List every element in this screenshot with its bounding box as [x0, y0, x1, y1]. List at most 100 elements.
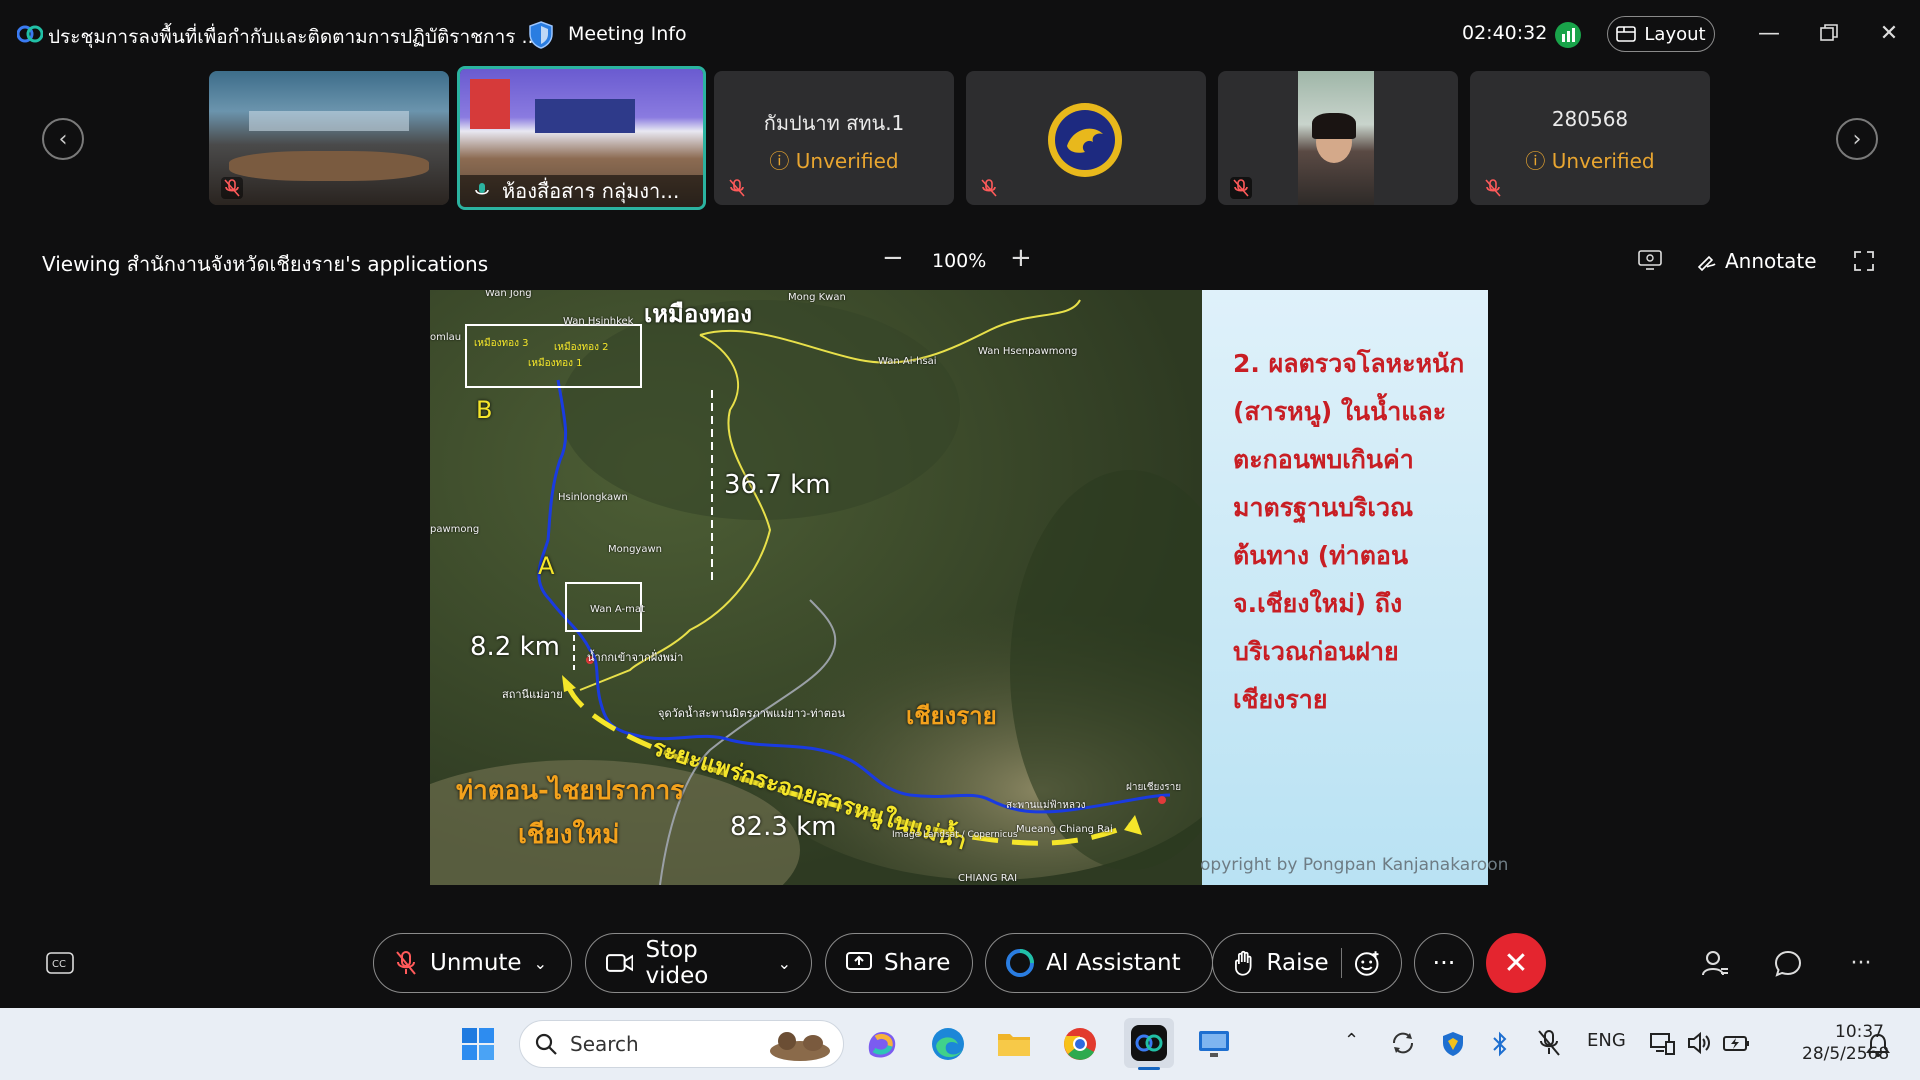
mic-off-icon: [221, 177, 243, 199]
share-screen-icon: [846, 952, 872, 970]
distance-label: 36.7 km: [724, 470, 831, 500]
map-label: สถานีแม่อาย: [502, 688, 563, 701]
chevron-left-icon: ‹: [58, 126, 68, 152]
chat-icon[interactable]: [1773, 948, 1803, 978]
network-display-icon[interactable]: [1649, 1030, 1675, 1056]
participant-tile[interactable]: [209, 71, 449, 205]
map-label-province: เชียงราย: [906, 702, 997, 730]
raise-hand-icon: [1235, 950, 1252, 976]
search-icon: [535, 1033, 557, 1055]
participant-video: [1298, 71, 1374, 205]
edge-browser-icon[interactable]: [928, 1024, 968, 1064]
ai-assistant-label: AI Assistant: [1046, 950, 1181, 976]
svg-text:CC: CC: [52, 959, 66, 970]
closed-captions-icon[interactable]: CC: [45, 948, 75, 978]
shield-icon[interactable]: [528, 20, 554, 50]
participant-tile[interactable]: กัมปนาท สทน.1 ⓘ Unverified: [714, 71, 954, 205]
zoom-in-button[interactable]: +: [1010, 243, 1032, 273]
meeting-title: ประชุมการลงพื้นที่เพื่อกำกับและติดตามการ…: [48, 26, 540, 48]
participant-tile-active[interactable]: ห้องสื่อสาร กลุ่มงา...: [457, 66, 706, 210]
share-button[interactable]: Share: [825, 933, 973, 993]
map-label: Wan Hsinhkek: [563, 316, 634, 327]
windows-start-icon[interactable]: [458, 1024, 498, 1064]
zoom-out-button[interactable]: −: [882, 243, 904, 273]
participant-name: ห้องสื่อสาร กลุ่มงา...: [460, 175, 703, 207]
end-meeting-button[interactable]: ✕: [1486, 933, 1546, 993]
webex-app-icon: [1131, 1025, 1167, 1061]
mic-off-icon: [981, 179, 997, 197]
map-label-point-a: A: [538, 552, 555, 580]
map-label-province: เชียงใหม่: [518, 820, 620, 850]
input-language[interactable]: ENG: [1587, 1030, 1626, 1051]
image-credit: Image Landsat / Copernicus: [892, 830, 1018, 840]
title-bar: ประชุมการลงพื้นที่เพื่อกำกับและติดตามการ…: [0, 0, 1920, 70]
distance-label: 8.2 km: [470, 632, 560, 662]
share-label: Share: [884, 950, 951, 976]
network-health-icon[interactable]: [1555, 22, 1581, 48]
layout-label: Layout: [1644, 23, 1706, 45]
prev-participants-button[interactable]: ‹: [42, 118, 84, 160]
info-icon: ⓘ: [1525, 149, 1546, 173]
minimize-icon[interactable]: —: [1754, 18, 1784, 48]
annotate-label: Annotate: [1725, 249, 1817, 273]
battery-charging-icon[interactable]: [1722, 1030, 1752, 1056]
map-label-point-b: B: [476, 396, 493, 424]
info-icon: ⓘ: [769, 149, 790, 173]
participant-tile[interactable]: [966, 71, 1206, 205]
more-options-button[interactable]: ···: [1414, 933, 1474, 993]
reactions-icon[interactable]: [1354, 949, 1381, 977]
unmute-button[interactable]: Unmute ⌄: [373, 933, 572, 993]
chrome-icon[interactable]: [1060, 1024, 1100, 1064]
organization-seal-icon: [1048, 103, 1122, 177]
slide-finding-text: 2. ผลตรวจโลหะหนัก (สารหนู) ในน้ำและตะกอน…: [1233, 349, 1465, 714]
map-label: Wan Hsenpawmong: [978, 346, 1078, 357]
webex-logo-icon: [17, 25, 43, 43]
screen-options-icon[interactable]: [1638, 250, 1662, 270]
notification-bell-icon[interactable]: [1866, 1032, 1890, 1058]
microphone-muted-icon[interactable]: [1535, 1028, 1563, 1058]
ai-assistant-button[interactable]: AI Assistant: [985, 933, 1213, 993]
layout-icon: [1616, 26, 1637, 42]
webex-taskbar-item[interactable]: [1124, 1018, 1174, 1070]
map-label: Mueang Chiang Rai: [1016, 824, 1113, 835]
close-icon[interactable]: ✕: [1874, 18, 1904, 48]
copilot-icon[interactable]: [862, 1024, 902, 1064]
raise-hand-button[interactable]: Raise: [1212, 933, 1402, 993]
mic-off-icon: [1485, 179, 1501, 197]
mic-off-icon: [729, 179, 745, 197]
participant-tile[interactable]: [1218, 71, 1458, 205]
file-explorer-icon[interactable]: [994, 1024, 1034, 1064]
fullscreen-icon[interactable]: [1853, 250, 1875, 272]
chevron-down-icon[interactable]: ⌄: [778, 954, 791, 973]
annotate-button[interactable]: Annotate: [1697, 249, 1817, 273]
stop-video-button[interactable]: Stop video ⌄: [585, 933, 812, 993]
sync-icon[interactable]: [1390, 1030, 1416, 1056]
unverified-status: ⓘ Unverified: [714, 145, 954, 174]
next-participants-button[interactable]: ›: [1836, 118, 1878, 160]
ai-assistant-icon: [1006, 949, 1034, 977]
taskbar-search[interactable]: Search: [519, 1020, 844, 1068]
remote-desktop-icon[interactable]: [1194, 1024, 1234, 1064]
video-camera-icon: [606, 954, 634, 972]
restore-icon[interactable]: [1814, 18, 1844, 48]
map-label: pawmong: [430, 524, 480, 535]
map-label: CHIANG RAI: [958, 873, 1018, 884]
participant-tile[interactable]: 280568 ⓘ Unverified: [1470, 71, 1710, 205]
stop-video-label: Stop video: [645, 937, 709, 989]
volume-icon[interactable]: [1686, 1030, 1712, 1056]
tray-chevron-up-icon[interactable]: ⌃: [1344, 1030, 1359, 1051]
more-panels-icon[interactable]: ···: [1846, 948, 1876, 978]
shared-content: Wan Jong เหมืองทอง Mong Kwan Wan Hsinhke…: [430, 290, 1508, 885]
bluetooth-icon[interactable]: [1490, 1030, 1510, 1058]
unverified-status: ⓘ Unverified: [1470, 145, 1710, 174]
chevron-right-icon: ›: [1852, 126, 1862, 152]
layout-button[interactable]: Layout: [1607, 16, 1715, 52]
search-highlight-icon: [770, 1032, 830, 1061]
unverified-label: Unverified: [1551, 149, 1655, 173]
participants-icon[interactable]: [1700, 948, 1730, 978]
meeting-info-button[interactable]: Meeting Info: [568, 23, 687, 45]
map-label: Hsinlongkawn: [558, 492, 628, 503]
security-shield-icon[interactable]: [1440, 1030, 1466, 1058]
chevron-down-icon[interactable]: ⌄: [534, 954, 547, 973]
map-label-gold-mine: เหมืองทอง: [644, 300, 752, 328]
